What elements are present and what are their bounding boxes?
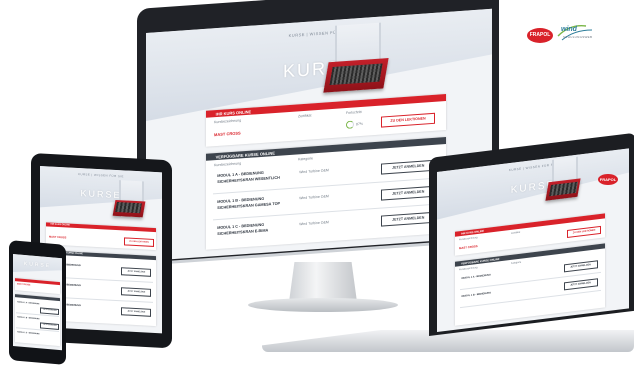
crane-machine-image xyxy=(323,22,389,93)
my-course-title[interactable]: MAST CROSS xyxy=(17,283,30,286)
phone-screen: KURSE MAST CROSS MODUL 1 A - BEDIENUNG J… xyxy=(13,254,62,351)
enroll-button[interactable]: JETZT ANMELDEN xyxy=(381,185,436,201)
goto-lessons-button[interactable]: ZU DEN LEKTIONEN xyxy=(124,237,154,247)
enroll-button[interactable]: JETZT ANMELDEN xyxy=(121,267,152,277)
monitor-stand xyxy=(289,262,357,302)
course-subtitle: SICHERHEITSKRAN E-BIMA xyxy=(217,228,269,237)
available-courses-card: VERFÜGBARE KURSE ONLINE Kursbezeichnung … xyxy=(455,243,605,326)
frapol-logo: FRAPOL xyxy=(598,174,618,185)
brand-tagline: SCHULUNGSWEB xyxy=(563,35,593,39)
col-course-name: Kursbezeichnung xyxy=(214,161,242,168)
breadcrumb: KURSE | WISSEN FÜR SIE xyxy=(78,171,124,179)
progress-ring-icon xyxy=(346,120,354,130)
enroll-button[interactable]: JETZT ANMELDEN xyxy=(381,211,436,227)
enroll-button[interactable]: JETZT ANMELDEN xyxy=(563,260,598,273)
col-certificate: Zertifikat xyxy=(298,113,312,119)
col-progress: Fortschritt xyxy=(346,109,362,116)
page-title: KURSE xyxy=(23,260,52,270)
enroll-button[interactable]: JETZT ANMELDEN xyxy=(381,159,436,175)
goto-lessons-button[interactable]: ZU DEN LEKTIONEN xyxy=(567,225,601,239)
crane-machine-image xyxy=(112,180,146,218)
enroll-button[interactable]: JETZT ANMELDEN xyxy=(121,287,152,297)
my-course-title[interactable]: MAST CROSS xyxy=(459,244,478,250)
available-courses-card: MODUL 1 A - BEDIENUNG JETZT ANMELDEN MOD… xyxy=(15,294,60,347)
available-courses-card: VERFÜGBARE KURSE ONLINE Kursbezeichnung … xyxy=(206,137,446,250)
wind-wordmark: wind xyxy=(561,26,577,33)
course-category: Wind Turbine O&M xyxy=(299,168,329,175)
monitor-stand-base xyxy=(248,298,398,312)
frapol-logo: FRAPOL xyxy=(527,28,553,43)
enroll-button[interactable]: JETZT ANMELDEN xyxy=(40,307,60,316)
enroll-button[interactable]: JETZT ANMELDEN xyxy=(40,322,60,331)
goto-lessons-button[interactable]: ZU DEN LEKTIONEN xyxy=(381,112,435,128)
enroll-button[interactable]: JETZT ANMELDEN xyxy=(563,278,598,291)
crane-machine-image xyxy=(545,156,581,201)
course-category: Wind Turbine O&M xyxy=(299,220,329,227)
my-course-title[interactable]: MAST CROSS xyxy=(214,130,241,137)
course-category: Wind Turbine O&M xyxy=(299,194,329,201)
col-course-name: Kursbezeichnung xyxy=(214,118,242,125)
enroll-button[interactable]: JETZT ANMELDEN xyxy=(121,307,152,317)
my-course-card: MAST CROSS xyxy=(15,278,60,295)
progress-value: 87% xyxy=(356,121,364,127)
my-course-title[interactable]: MAST CROSS xyxy=(49,235,66,239)
col-category: Kategorie xyxy=(298,156,313,162)
